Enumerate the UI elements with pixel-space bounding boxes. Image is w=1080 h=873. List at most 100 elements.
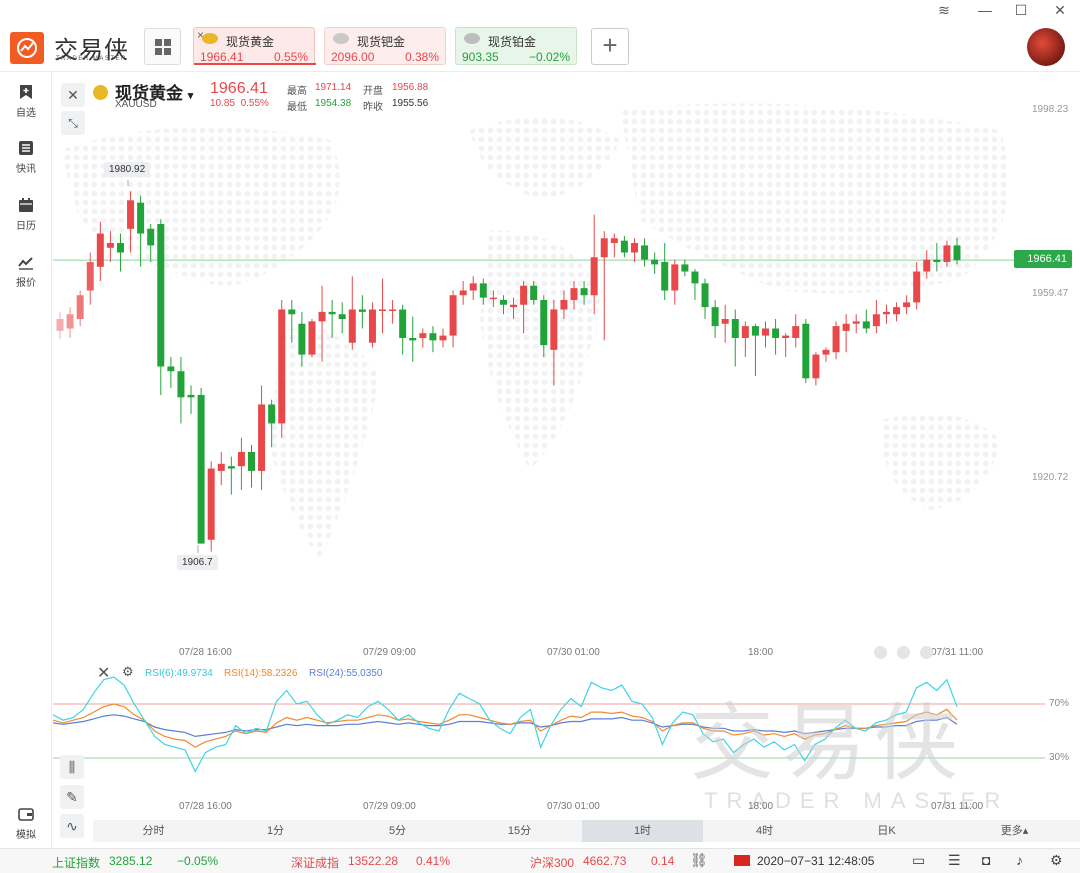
candle xyxy=(237,437,245,490)
candle-body xyxy=(499,300,507,305)
index-value: 4662.73 xyxy=(583,854,627,868)
candle-body xyxy=(832,326,840,353)
dot-menu-icon[interactable] xyxy=(874,646,887,659)
menu-icon[interactable]: ☰ xyxy=(948,852,961,869)
candle xyxy=(459,281,467,305)
settings-icon[interactable]: ⚙ xyxy=(1050,852,1063,869)
candle-body xyxy=(923,259,931,272)
candle xyxy=(409,316,417,362)
candle-body xyxy=(227,466,235,469)
rsi-level-label: 70% xyxy=(1049,698,1070,709)
candle xyxy=(782,333,790,357)
camera-icon[interactable]: ◘ xyxy=(982,852,990,868)
candle-body xyxy=(782,335,790,338)
candle-body xyxy=(560,300,568,310)
close-chart-icon[interactable]: ✕ xyxy=(61,83,85,107)
link-icon[interactable]: ⛓ xyxy=(690,852,708,869)
y-axis-label: 1998.23 xyxy=(1032,104,1069,115)
instrument-price: 1966.41 xyxy=(210,80,268,97)
period-more[interactable]: 更多▴ xyxy=(954,820,1075,842)
candle xyxy=(439,328,447,348)
rsi-x-axis-label: 18:00 xyxy=(748,801,774,812)
candle-body xyxy=(570,288,578,301)
candle-body xyxy=(167,366,175,372)
y-axis-label: 1959.47 xyxy=(1032,288,1069,299)
rsi-x-axis-label: 07/28 16:00 xyxy=(179,801,232,812)
rsi-x-axis-label: 07/31 11:00 xyxy=(931,801,984,812)
candle xyxy=(792,314,800,348)
candle xyxy=(842,314,850,353)
candle xyxy=(308,318,316,357)
china-flag-icon xyxy=(734,855,750,866)
candle-body xyxy=(731,318,739,338)
candle xyxy=(328,300,336,338)
candle-body xyxy=(389,309,397,311)
x-axis-label: 07/31 11:00 xyxy=(931,647,984,658)
period-tab[interactable]: 分时 xyxy=(93,820,214,842)
candle-type-icon[interactable]: ⫼ xyxy=(60,755,84,779)
candle xyxy=(691,269,699,301)
candle xyxy=(358,295,366,329)
open-value: 1956.88 xyxy=(392,82,429,93)
y-axis-label: 1920.72 xyxy=(1032,472,1069,483)
candle-body xyxy=(127,200,135,229)
period-selector: 分时 1分 5分 15分 1时 4时 日K 更多▴ xyxy=(93,820,1080,842)
candle xyxy=(872,300,880,334)
candle xyxy=(600,231,608,341)
index-name[interactable]: 沪深300 xyxy=(530,854,574,871)
index-name[interactable]: 上证指数 xyxy=(52,854,100,871)
rsi-x-axis-label: 07/30 01:00 xyxy=(547,801,600,812)
candle xyxy=(348,276,356,350)
candle xyxy=(641,238,649,267)
prev-close-value: 1955.56 xyxy=(392,98,429,109)
screen-icon[interactable]: ▭ xyxy=(912,852,925,869)
index-change: 0.14 xyxy=(651,854,675,868)
candle xyxy=(610,233,618,258)
candle xyxy=(772,318,780,355)
candle xyxy=(167,356,175,388)
candle-body xyxy=(671,264,679,291)
collapse-icon[interactable]: ⤡ xyxy=(61,111,85,135)
high-label: 最高 xyxy=(287,86,307,97)
candle-body xyxy=(449,295,457,336)
candle-body xyxy=(177,371,185,398)
candle xyxy=(630,238,638,263)
candle xyxy=(469,276,477,301)
candle-body xyxy=(903,302,911,308)
candle-body xyxy=(217,463,225,471)
candle-body xyxy=(691,271,699,284)
candle-body xyxy=(459,290,467,296)
draw-pencil-icon[interactable]: ✎ xyxy=(60,785,84,809)
dot-menu-icon[interactable] xyxy=(897,646,910,659)
period-tab[interactable]: 日K xyxy=(826,820,947,842)
indicator-icon[interactable]: ∿ xyxy=(60,814,84,838)
candle-body xyxy=(358,309,366,312)
settings-icon[interactable]: ⚙ xyxy=(122,664,134,680)
period-tab[interactable]: 1分 xyxy=(215,820,336,842)
period-tab[interactable]: 4时 xyxy=(704,820,825,842)
candle-body xyxy=(106,243,114,248)
period-tab[interactable]: 15分 xyxy=(459,820,580,842)
period-tab-active[interactable]: 1时 xyxy=(582,820,703,842)
datetime: 2020−07−31 12:48:05 xyxy=(757,854,875,868)
close-indicator-icon[interactable]: ✕ xyxy=(97,663,110,683)
dot-menu-icon[interactable] xyxy=(920,646,933,659)
prev-close-label: 昨收 xyxy=(363,102,383,113)
index-name[interactable]: 深证成指 xyxy=(291,854,339,871)
candle-body xyxy=(772,328,780,338)
rsi24-label: RSI(24):55.0350 xyxy=(309,668,383,679)
candle-body xyxy=(157,224,165,367)
mute-icon[interactable]: ♪ xyxy=(1016,852,1023,868)
candle xyxy=(368,302,376,348)
candle xyxy=(157,219,165,395)
rsi6-label: RSI(6):49.9734 xyxy=(145,668,213,679)
x-axis-label: 07/30 01:00 xyxy=(547,647,600,658)
candle xyxy=(681,259,689,277)
candle-body xyxy=(86,262,94,291)
candle-body xyxy=(247,451,255,471)
period-tab[interactable]: 5分 xyxy=(337,820,458,842)
candle xyxy=(802,318,810,384)
candle-body xyxy=(852,321,860,324)
candle xyxy=(903,295,911,315)
candle-body xyxy=(187,394,195,398)
